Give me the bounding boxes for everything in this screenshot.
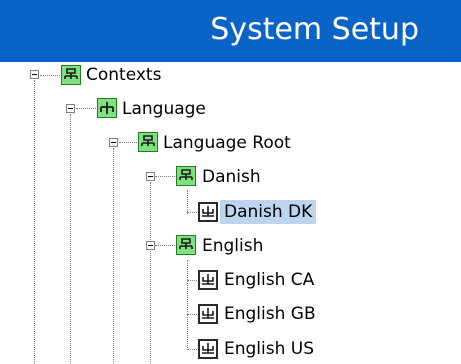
collapse-toggle[interactable] — [109, 138, 118, 147]
tree-item-label: Language — [122, 99, 206, 119]
tree-connector — [187, 212, 197, 213]
locale-leaf-icon — [198, 304, 218, 324]
tree-item-label: Danish DK — [220, 200, 317, 224]
context-node-icon — [176, 235, 196, 255]
locale-leaf-icon — [198, 339, 218, 359]
tree-item-label: English GB — [224, 304, 316, 324]
collapse-toggle[interactable] — [146, 172, 155, 181]
tree-item-label: Language Root — [163, 133, 291, 153]
tree-connector — [155, 176, 175, 177]
tree-guide-line — [34, 80, 35, 364]
collapse-toggle[interactable] — [146, 241, 155, 250]
context-node-icon — [138, 132, 158, 152]
tree-item-label: English — [202, 236, 264, 256]
context-node-icon — [61, 65, 81, 85]
context-node-icon — [97, 98, 117, 118]
collapse-toggle[interactable] — [66, 104, 75, 113]
tree-connector — [187, 349, 197, 350]
tree-item-label: English CA — [224, 270, 315, 290]
tree-connector — [119, 142, 137, 143]
tree-guide-line — [70, 114, 71, 364]
tree-item-label: Danish — [202, 167, 261, 187]
tree-guide-line — [150, 182, 151, 364]
tree-connector — [187, 280, 197, 281]
tree-guide-line — [187, 260, 188, 350]
tree-connector — [40, 75, 60, 76]
title-bar: System Setup — [0, 0, 461, 62]
tree-item-label: English US — [224, 339, 315, 359]
collapse-toggle[interactable] — [30, 70, 39, 79]
locale-leaf-icon — [198, 202, 218, 222]
tree-item-label: Contexts — [86, 65, 162, 85]
tree-connector — [76, 108, 96, 109]
tree-guide-line — [187, 190, 188, 214]
context-tree: Contexts Language Language Root Danish D… — [0, 62, 461, 364]
tree-guide-line — [113, 148, 114, 364]
tree-connector — [187, 314, 197, 315]
tree-connector — [155, 245, 175, 246]
page-title: System Setup — [210, 12, 419, 47]
context-node-icon — [176, 166, 196, 186]
locale-leaf-icon — [198, 270, 218, 290]
